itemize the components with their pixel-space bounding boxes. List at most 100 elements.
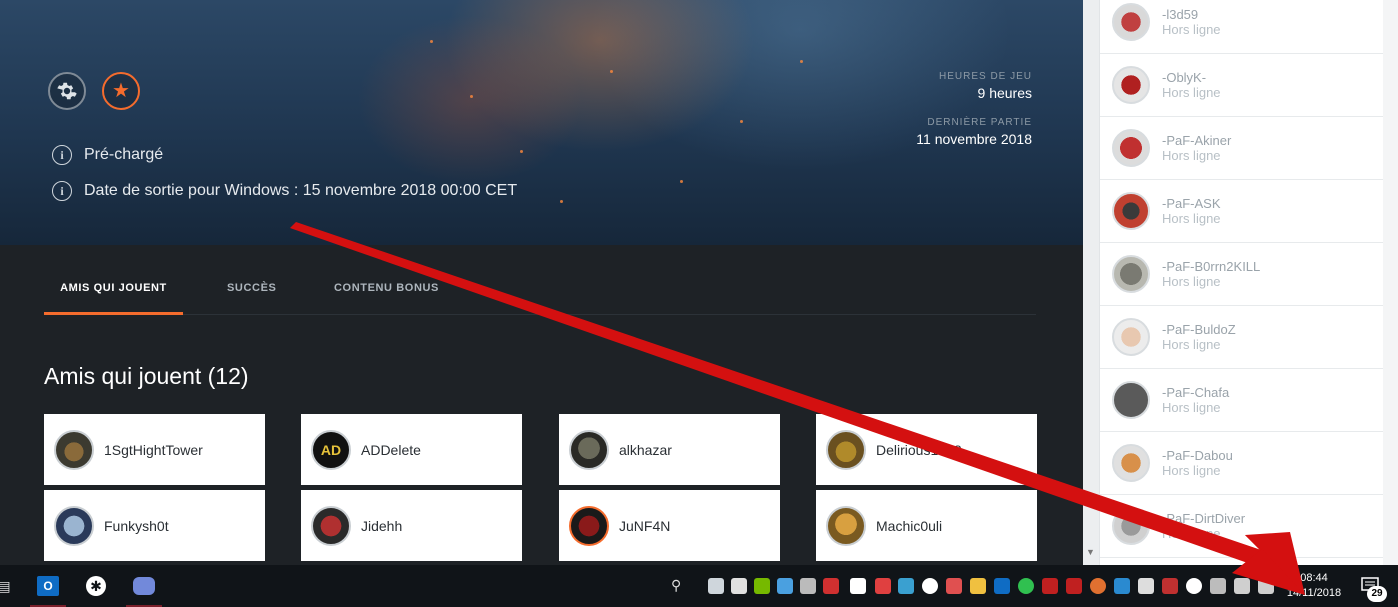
sidebar-friend[interactable]: -l3d59 Hors ligne	[1100, 0, 1384, 54]
slack-icon: ✱	[86, 576, 106, 596]
sidebar-friend-status: Hors ligne	[1162, 85, 1221, 100]
tray-app-icon[interactable]	[875, 578, 891, 594]
preload-status: i Pré-chargé	[52, 145, 163, 165]
avatar	[311, 505, 351, 546]
outlook-icon: O	[37, 576, 59, 596]
windows-taskbar: ▤ O ✱ ⚲ 08:44 14/11/2018	[0, 565, 1398, 607]
friends-sidebar: -l3d59 Hors ligne -OblyK- Hors ligne -Pa…	[1099, 0, 1384, 565]
sidebar-friend[interactable]: -PaF-Chafa Hors ligne	[1100, 369, 1384, 432]
friend-card[interactable]: Funkysh0t	[44, 490, 265, 561]
friend-card[interactable]: AD ADDelete	[301, 414, 522, 485]
ember-decoration	[430, 40, 433, 43]
discord-icon	[133, 577, 155, 595]
avatar	[1112, 507, 1150, 545]
friend-name: alkhazar	[619, 441, 672, 458]
avatar	[569, 429, 609, 470]
friend-name: JuNF4N	[619, 517, 671, 534]
friend-card[interactable]: JuNF4N	[559, 490, 780, 561]
taskbar-discord[interactable]	[122, 565, 166, 607]
favorite-button[interactable]: ★	[102, 72, 140, 110]
tray-app-icon[interactable]	[1138, 578, 1154, 594]
sidebar-friend[interactable]: -PaF-DirtDiver Hors ligne	[1100, 495, 1384, 558]
sidebar-friend[interactable]: -PaF-Dabou Hors ligne	[1100, 432, 1384, 495]
sidebar-friend-status: Hors ligne	[1162, 211, 1221, 226]
volume-icon[interactable]	[1258, 578, 1274, 594]
outlook-tray-icon[interactable]	[994, 578, 1010, 594]
cloud-icon[interactable]	[922, 578, 938, 594]
friend-card[interactable]: Delirious1708	[816, 414, 1037, 485]
tray-app-icon[interactable]	[800, 578, 816, 594]
tray-app-icon[interactable]	[731, 578, 747, 594]
sidebar-friend[interactable]: -PaF-Akiner Hors ligne	[1100, 117, 1384, 180]
sidebar-friend-name: -PaF-B0rrn2KILL	[1162, 259, 1261, 274]
avatar	[54, 505, 94, 546]
playtime-label: HEURES DE JEU	[938, 71, 1032, 82]
avatar	[1112, 381, 1150, 419]
playtime-value: 9 heures	[977, 85, 1032, 101]
tray-app-icon[interactable]	[777, 578, 793, 594]
sidebar-friend[interactable]: -PaF-BuldoZ Hors ligne	[1100, 306, 1384, 369]
system-clock[interactable]: 08:44 14/11/2018	[1282, 571, 1346, 601]
friend-card[interactable]: alkhazar	[559, 414, 780, 485]
network-icon[interactable]	[1234, 578, 1250, 594]
mail-icon[interactable]	[970, 578, 986, 594]
game-settings-button[interactable]	[48, 72, 86, 110]
nvidia-icon[interactable]	[754, 578, 770, 594]
ember-decoration	[520, 150, 523, 153]
avatar	[1112, 192, 1150, 230]
people-icon[interactable]: ⚲	[671, 577, 681, 594]
gear-icon	[57, 82, 77, 100]
tray-app-icon[interactable]	[708, 578, 724, 594]
friend-name: Funkysh0t	[104, 517, 169, 534]
sidebar-friend-status: Hors ligne	[1162, 337, 1221, 352]
taskbar-slack[interactable]: ✱	[74, 565, 118, 607]
app-window: ★ i Pré-chargé i Date de sortie pour Win…	[0, 0, 1398, 607]
sidebar-friend[interactable]: -PaF-ASK Hors ligne	[1100, 180, 1384, 243]
sidebar-friend[interactable]: -OblyK- Hors ligne	[1100, 54, 1384, 117]
tray-app-icon[interactable]	[946, 578, 962, 594]
avatar	[826, 505, 866, 546]
sidebar-friend-name: -PaF-Dabou	[1162, 448, 1233, 463]
tab-achievements[interactable]: SUCCÈS	[227, 282, 276, 315]
friend-card[interactable]: Jidehh	[301, 490, 522, 561]
sidebar-friend[interactable]: -PaF-B0rrn2KILL Hors ligne	[1100, 243, 1384, 306]
friend-card[interactable]: 1SgtHightTower	[44, 414, 265, 485]
avatar	[1112, 318, 1150, 356]
sidebar-scrollbar[interactable]	[1383, 0, 1398, 565]
main-scrollbar[interactable]	[1083, 0, 1099, 565]
tray-app-icon[interactable]	[1114, 578, 1130, 594]
sidebar-friend-name: -l3d59	[1162, 7, 1199, 22]
tray-app-icon[interactable]	[1210, 578, 1226, 594]
tray-app-icon[interactable]	[1066, 578, 1082, 594]
sidebar-friend-status: Hors ligne	[1162, 22, 1221, 37]
ember-decoration	[680, 180, 683, 183]
ember-decoration	[800, 60, 803, 63]
friend-name: 1SgtHightTower	[104, 441, 203, 458]
friend-name: Delirious1708	[876, 441, 962, 458]
sidebar-friend-status: Hors ligne	[1162, 463, 1221, 478]
release-date-text: Date de sortie pour Windows : 15 novembr…	[84, 182, 518, 199]
ember-decoration	[610, 70, 613, 73]
preload-text: Pré-chargé	[84, 146, 164, 163]
tray-app-icon[interactable]	[850, 578, 866, 594]
ember-decoration	[740, 120, 743, 123]
tray-app-icon[interactable]	[1090, 578, 1106, 594]
shield-icon[interactable]	[1162, 578, 1178, 594]
onedrive-icon[interactable]	[1186, 578, 1202, 594]
sidebar-friend-status: Hors ligne	[1162, 526, 1221, 541]
msi-icon[interactable]	[1042, 578, 1058, 594]
ember-decoration	[560, 200, 563, 203]
friend-name: Jidehh	[361, 517, 403, 534]
sidebar-friend-name: -PaF-Chafa	[1162, 385, 1230, 400]
task-view-icon: ▤	[0, 577, 11, 594]
last-played-value: 11 novembre 2018	[916, 131, 1032, 147]
tray-app-icon[interactable]	[898, 578, 914, 594]
tab-friends-playing[interactable]: AMIS QUI JOUENT	[44, 282, 183, 315]
tray-app-icon[interactable]	[823, 578, 839, 594]
friend-card[interactable]: Machic0uli	[816, 490, 1037, 561]
scroll-down-arrow-icon[interactable]: ▼	[1086, 547, 1095, 557]
task-view-button[interactable]: ▤	[0, 565, 26, 607]
taskbar-outlook[interactable]: O	[26, 565, 70, 607]
tab-bonus-content[interactable]: CONTENU BONUS	[334, 282, 439, 315]
check-icon[interactable]	[1018, 578, 1034, 594]
